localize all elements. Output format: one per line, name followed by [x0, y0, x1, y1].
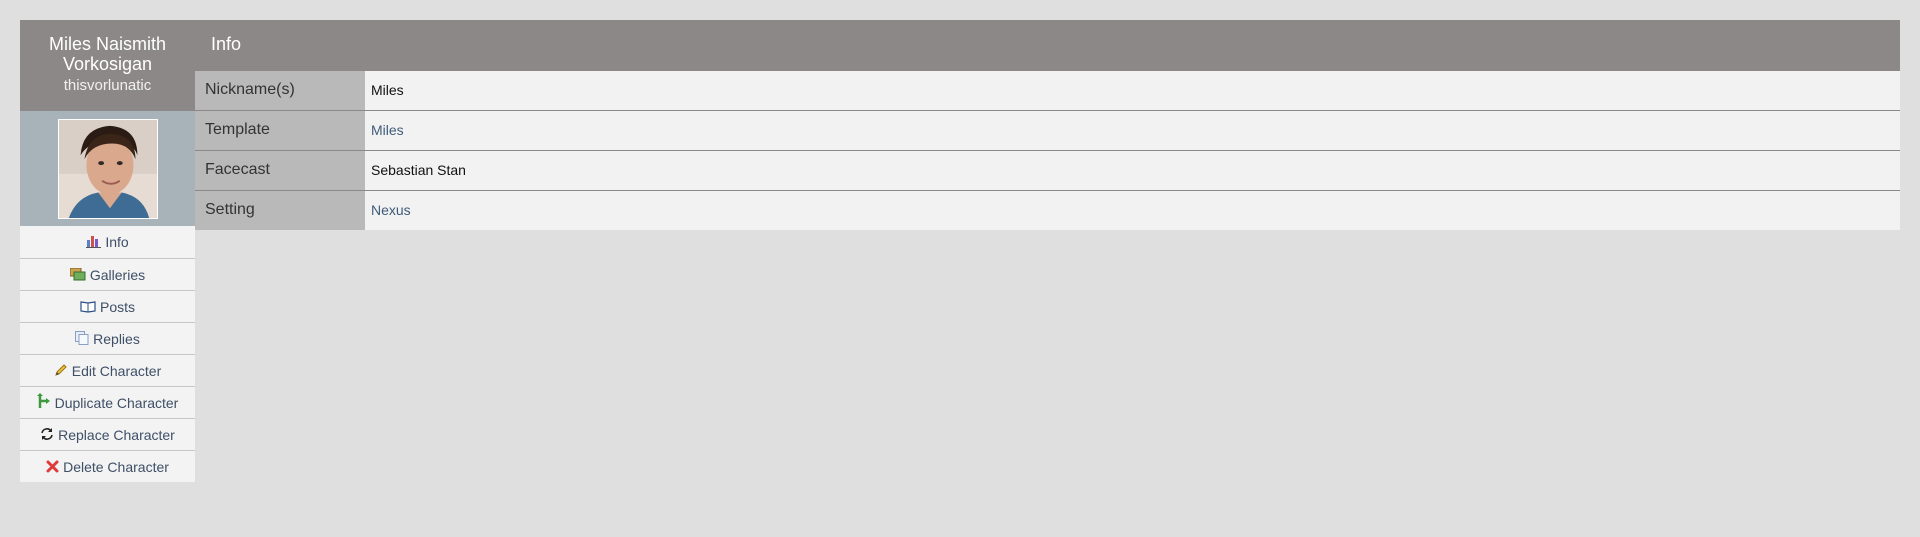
menu-item-label: Info	[105, 234, 129, 250]
menu-item-label: Replace Character	[58, 427, 175, 443]
menu-item-label: Galleries	[89, 267, 146, 283]
pages-icon	[75, 324, 89, 356]
info-row-value: Miles	[365, 71, 1900, 110]
character-menu: Info Galleries Posts Replies Edit Charac…	[20, 226, 195, 482]
menu-item-label: Replies	[93, 331, 140, 347]
pencil-icon	[54, 356, 68, 388]
menu-item-label: Delete Character	[63, 459, 169, 475]
menu-item-edit-character[interactable]: Edit Character	[20, 354, 195, 386]
character-username[interactable]: thisvorlunatic	[20, 76, 195, 96]
info-row-setting: Setting Nexus	[195, 190, 1900, 230]
info-panel: Info Nickname(s) Miles Template Miles Fa…	[195, 20, 1900, 230]
menu-item-duplicate-character[interactable]: Duplicate Character	[20, 386, 195, 418]
info-row-template: Template Miles	[195, 110, 1900, 150]
info-row-value: Sebastian Stan	[365, 151, 1900, 190]
character-sidebar: Miles Naismith Vorkosigan thisvorlunatic	[20, 20, 195, 482]
menu-item-posts[interactable]: Posts	[20, 290, 195, 322]
menu-item-label: Duplicate Character	[54, 395, 179, 411]
character-header: Miles Naismith Vorkosigan thisvorlunatic	[20, 20, 195, 111]
character-name: Miles Naismith Vorkosigan	[48, 34, 167, 74]
refresh-icon	[40, 420, 54, 452]
menu-item-galleries[interactable]: Galleries	[20, 258, 195, 290]
menu-item-info[interactable]: Info	[20, 226, 195, 258]
info-row-label: Nickname(s)	[195, 71, 365, 110]
duplicate-icon	[36, 388, 51, 420]
avatar-container	[20, 111, 195, 226]
info-row-facecast: Facecast Sebastian Stan	[195, 150, 1900, 190]
menu-item-delete-character[interactable]: Delete Character	[20, 450, 195, 482]
info-row-nicknames: Nickname(s) Miles	[195, 70, 1900, 110]
menu-item-replies[interactable]: Replies	[20, 322, 195, 354]
info-panel-title: Info	[195, 20, 1900, 70]
bar-chart-icon	[86, 227, 102, 259]
menu-item-label: Posts	[99, 299, 135, 315]
galleries-icon	[69, 260, 86, 292]
avatar	[57, 118, 158, 219]
delete-x-icon	[46, 452, 59, 484]
info-row-label: Facecast	[195, 151, 365, 190]
info-row-label: Setting	[195, 191, 365, 230]
book-icon	[80, 292, 96, 324]
setting-link[interactable]: Nexus	[365, 191, 1900, 230]
info-row-label: Template	[195, 111, 365, 150]
menu-item-label: Edit Character	[71, 363, 162, 379]
template-link[interactable]: Miles	[365, 111, 1900, 150]
menu-item-replace-character[interactable]: Replace Character	[20, 418, 195, 450]
